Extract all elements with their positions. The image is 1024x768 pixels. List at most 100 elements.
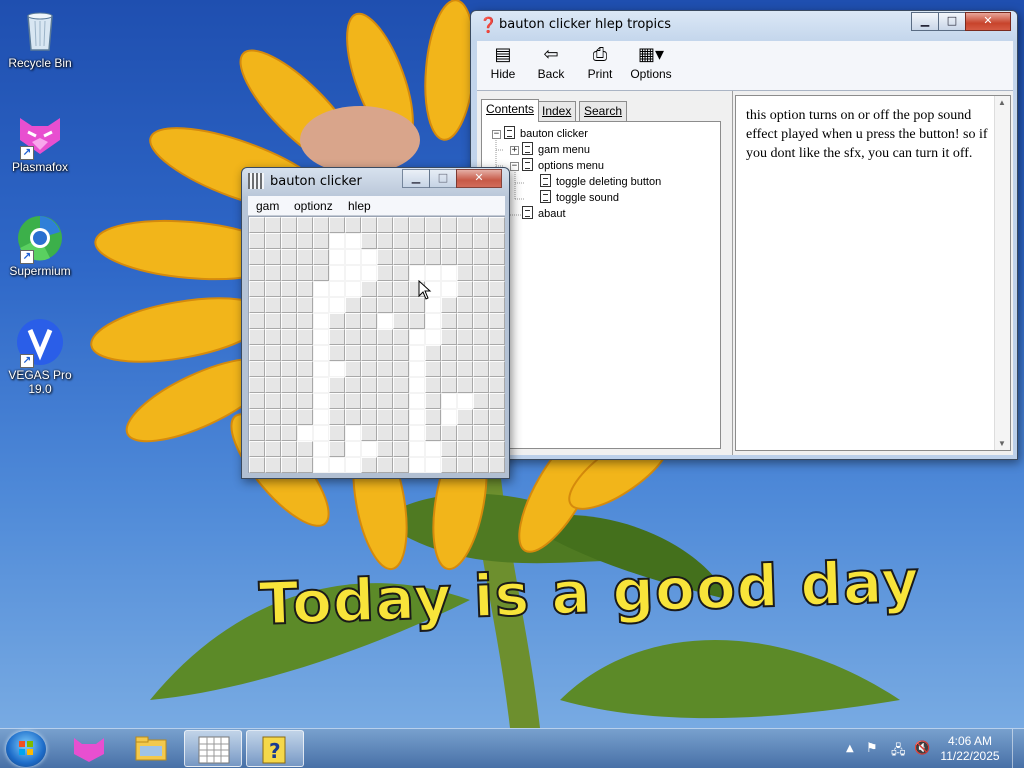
maximize-button[interactable]: □ <box>938 12 966 31</box>
grid-button[interactable] <box>457 409 473 425</box>
menu-optionz[interactable]: optionz <box>294 199 333 213</box>
grid-button[interactable] <box>329 409 345 425</box>
desktop-icon-supermium[interactable]: ↗ Supermium <box>2 214 78 278</box>
taskbar-bauton-clicker[interactable] <box>184 730 242 767</box>
grid-button[interactable] <box>361 361 377 377</box>
grid-button[interactable] <box>281 281 297 297</box>
grid-button[interactable] <box>457 329 473 345</box>
grid-button[interactable] <box>441 457 457 473</box>
grid-button[interactable] <box>377 217 393 233</box>
grid-button[interactable] <box>313 217 329 233</box>
grid-button[interactable] <box>441 297 457 313</box>
grid-button[interactable] <box>441 217 457 233</box>
tree-item-gam-menu[interactable]: gam menu <box>522 142 590 158</box>
grid-button[interactable] <box>489 313 505 329</box>
volume-muted-icon[interactable]: 🔇 <box>914 741 930 756</box>
grid-button[interactable] <box>329 377 345 393</box>
grid-button[interactable] <box>329 217 345 233</box>
grid-button[interactable] <box>473 217 489 233</box>
grid-button[interactable] <box>297 409 313 425</box>
grid-button[interactable] <box>377 377 393 393</box>
grid-button[interactable] <box>297 329 313 345</box>
grid-button[interactable] <box>473 361 489 377</box>
grid-button[interactable] <box>361 393 377 409</box>
grid-button[interactable] <box>473 441 489 457</box>
grid-button[interactable] <box>489 249 505 265</box>
grid-button[interactable] <box>457 265 473 281</box>
grid-button[interactable] <box>249 393 265 409</box>
menu-hlep[interactable]: hlep <box>348 199 371 213</box>
hide-button[interactable]: ▤ Hide <box>477 43 529 87</box>
grid-button[interactable] <box>473 249 489 265</box>
show-desktop-button[interactable] <box>1012 729 1024 768</box>
grid-button[interactable] <box>489 265 505 281</box>
grid-button[interactable] <box>489 329 505 345</box>
grid-button[interactable] <box>281 425 297 441</box>
grid-button[interactable] <box>393 297 409 313</box>
grid-button[interactable] <box>393 265 409 281</box>
network-icon[interactable]: 🖧 <box>891 741 906 763</box>
grid-button[interactable] <box>265 345 281 361</box>
grid-button[interactable] <box>361 409 377 425</box>
grid-button[interactable] <box>361 217 377 233</box>
grid-button[interactable] <box>265 281 281 297</box>
grid-button[interactable] <box>425 361 441 377</box>
grid-button[interactable] <box>441 329 457 345</box>
grid-button[interactable] <box>249 265 265 281</box>
grid-button[interactable] <box>249 457 265 473</box>
grid-button[interactable] <box>393 361 409 377</box>
grid-button[interactable] <box>313 233 329 249</box>
desktop-icon-plasmafox[interactable]: ↗ Plasmafox <box>2 110 78 174</box>
grid-button[interactable] <box>297 441 313 457</box>
grid-button[interactable] <box>345 361 361 377</box>
grid-button[interactable] <box>249 345 265 361</box>
grid-button[interactable] <box>281 297 297 313</box>
grid-button[interactable] <box>377 281 393 297</box>
grid-button[interactable] <box>409 233 425 249</box>
grid-button[interactable] <box>281 233 297 249</box>
grid-button[interactable] <box>329 393 345 409</box>
grid-button[interactable] <box>473 409 489 425</box>
grid-button[interactable] <box>281 329 297 345</box>
grid-button[interactable] <box>377 409 393 425</box>
grid-button[interactable] <box>441 441 457 457</box>
show-hidden-icons-icon[interactable]: ▲ <box>846 743 854 754</box>
print-button[interactable]: ⎙ Print <box>574 43 626 87</box>
grid-button[interactable] <box>441 425 457 441</box>
grid-button[interactable] <box>489 425 505 441</box>
grid-button[interactable] <box>377 441 393 457</box>
grid-button[interactable] <box>457 441 473 457</box>
grid-button[interactable] <box>265 297 281 313</box>
grid-button[interactable] <box>297 393 313 409</box>
grid-button[interactable] <box>377 393 393 409</box>
grid-button[interactable] <box>249 249 265 265</box>
grid-button[interactable] <box>265 441 281 457</box>
grid-button[interactable] <box>393 217 409 233</box>
grid-button[interactable] <box>297 265 313 281</box>
grid-button[interactable] <box>345 297 361 313</box>
grid-button[interactable] <box>441 233 457 249</box>
grid-button[interactable] <box>281 393 297 409</box>
grid-button[interactable] <box>281 441 297 457</box>
grid-button[interactable] <box>425 345 441 361</box>
grid-button[interactable] <box>441 377 457 393</box>
grid-button[interactable] <box>473 233 489 249</box>
menu-gam[interactable]: gam <box>256 199 279 213</box>
close-button[interactable]: ✕ <box>456 169 502 188</box>
grid-button[interactable] <box>361 233 377 249</box>
grid-button[interactable] <box>329 313 345 329</box>
scroll-down-icon[interactable]: ▼ <box>998 439 1006 448</box>
grid-button[interactable] <box>425 377 441 393</box>
grid-button[interactable] <box>361 313 377 329</box>
grid-button[interactable] <box>489 281 505 297</box>
grid-button[interactable] <box>361 425 377 441</box>
grid-button[interactable] <box>393 233 409 249</box>
grid-button[interactable] <box>249 217 265 233</box>
grid-button[interactable] <box>441 345 457 361</box>
grid-button[interactable] <box>345 313 361 329</box>
grid-button[interactable] <box>425 409 441 425</box>
grid-button[interactable] <box>297 377 313 393</box>
grid-button[interactable] <box>281 409 297 425</box>
tab-index[interactable]: Index <box>537 101 577 121</box>
grid-button[interactable] <box>425 217 441 233</box>
